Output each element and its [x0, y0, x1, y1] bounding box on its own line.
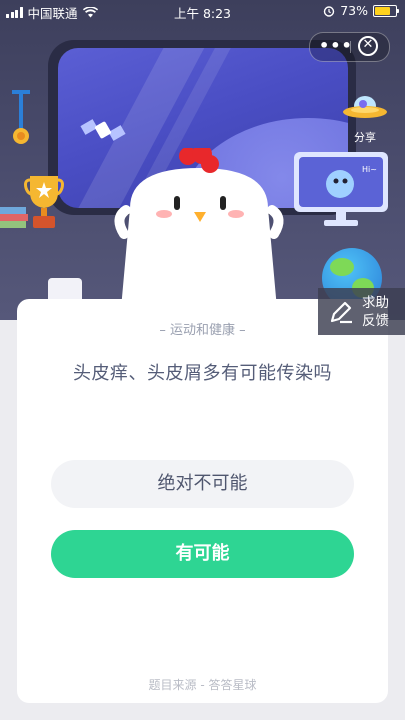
miniprogram-capsule: ••• ✕	[309, 32, 390, 62]
question-text: 头皮痒、头皮屑多有可能传染吗	[73, 363, 332, 384]
status-bar: 中国联通 上午 8:23 73%	[0, 0, 405, 22]
monitor-greeting: Hi~	[362, 165, 377, 174]
question-card: – 运动和健康 – 头皮痒、头皮屑多有可能传染吗 绝对不可能 有可能 题目来源 …	[17, 299, 388, 703]
answer-option-2[interactable]: 有可能	[51, 530, 354, 578]
help-feedback-button[interactable]: 求助 反馈	[318, 288, 405, 335]
chicken-mascot	[114, 148, 284, 320]
medal-icon	[12, 90, 30, 144]
question-source: 题目来源 - 答答星球	[148, 678, 257, 692]
edit-icon	[330, 301, 352, 324]
category-text: 运动和健康	[169, 323, 235, 338]
share-button[interactable]: 分享	[340, 92, 390, 152]
battery-icon	[373, 4, 399, 17]
help-label: 求助	[362, 295, 389, 311]
close-icon[interactable]: ✕	[358, 36, 378, 56]
books-icon	[0, 207, 28, 228]
battery-percent: 73%	[340, 3, 368, 18]
ufo-icon	[343, 96, 387, 118]
satellite-icon	[80, 119, 126, 141]
monitor-icon: Hi~	[294, 152, 388, 226]
share-label: 分享	[354, 131, 376, 144]
trophy-icon	[24, 176, 64, 228]
alarm-icon	[324, 5, 335, 17]
feedback-label: 反馈	[362, 313, 389, 329]
answer-option-1[interactable]: 绝对不可能	[51, 460, 354, 508]
more-icon[interactable]: •••	[319, 33, 352, 61]
